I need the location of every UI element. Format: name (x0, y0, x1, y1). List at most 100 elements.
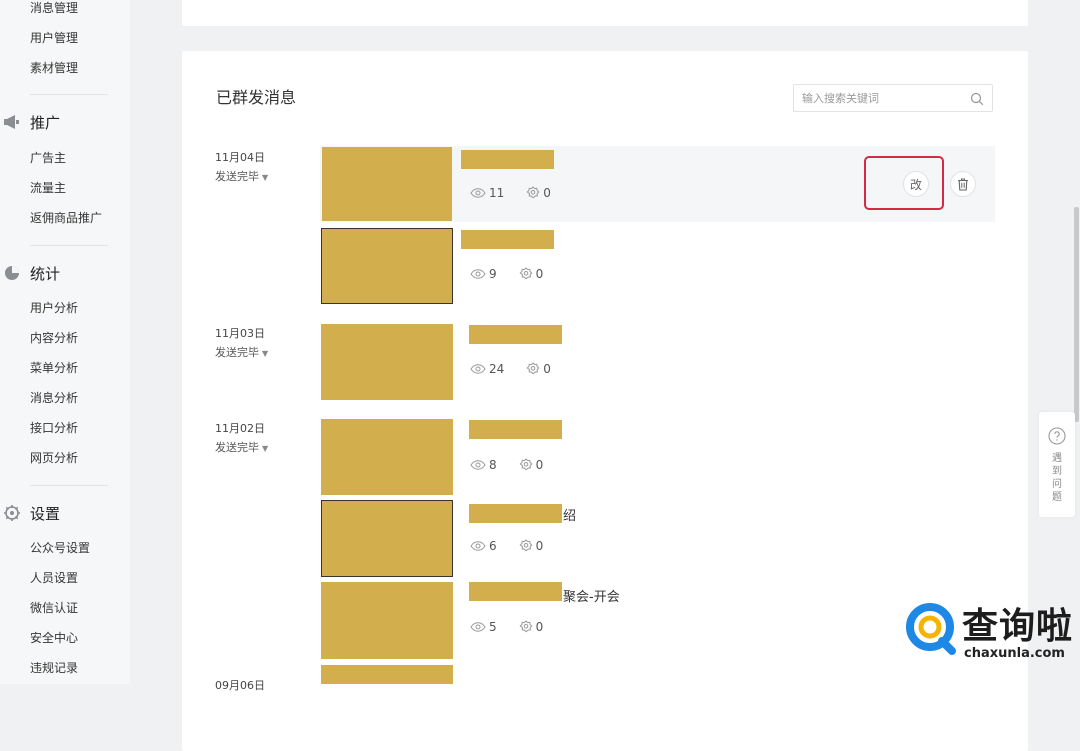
sidebar-divider (30, 245, 108, 246)
message-title-redacted[interactable] (469, 325, 562, 344)
sidebar-item-staff-settings[interactable]: 人员设置 (30, 571, 78, 585)
message-stats: 9 0 (470, 267, 543, 281)
status-dropdown[interactable]: 发送完毕 ▼ (215, 439, 268, 455)
help-label: 遇到问题 (1052, 453, 1062, 503)
status-label: 发送完毕 (215, 441, 259, 454)
group-date: 11月03日 (215, 327, 265, 340)
like-count: 0 (543, 186, 551, 200)
message-stats: 8 0 (470, 458, 543, 472)
scrollbar-thumb[interactable] (1074, 207, 1079, 422)
message-thumbnail[interactable] (321, 228, 453, 304)
sidebar-item-wechat-verification[interactable]: 微信认证 (30, 601, 78, 615)
group-date: 11月04日 (215, 151, 265, 164)
like-icon (519, 458, 533, 471)
sidebar-item-api-analysis[interactable]: 接口分析 (30, 421, 78, 435)
delete-button[interactable] (950, 171, 976, 197)
pie-chart-icon (2, 263, 22, 283)
view-count: 8 (489, 458, 497, 472)
sidebar-item-content-analysis[interactable]: 内容分析 (30, 331, 78, 345)
megaphone-icon (2, 112, 22, 132)
sidebar-item-webpage-analysis[interactable]: 网页分析 (30, 451, 78, 465)
message-title-visible[interactable]: 聚会-开会 (563, 586, 620, 605)
sidebar-group-title: 设置 (30, 504, 61, 523)
search-box (793, 84, 993, 112)
sidebar-group-promotion: 推广 (0, 112, 60, 132)
view-count: 11 (489, 186, 505, 200)
sidebar-divider (30, 94, 108, 95)
message-thumbnail[interactable] (321, 582, 453, 659)
message-stats: 5 0 (470, 620, 543, 634)
message-title-visible[interactable]: 绍 (563, 505, 576, 524)
caret-down-icon: ▼ (262, 173, 269, 182)
annotation-highlight-box (864, 156, 944, 210)
status-label: 发送完毕 (215, 346, 259, 359)
view-count: 24 (489, 362, 505, 376)
like-count: 0 (535, 539, 544, 553)
message-thumbnail[interactable] (321, 665, 453, 684)
sidebar-item-security-center[interactable]: 安全中心 (30, 631, 78, 645)
sidebar-item-user-analysis[interactable]: 用户分析 (30, 301, 78, 315)
search-logo-icon (906, 603, 956, 655)
previous-panel (182, 0, 1028, 26)
group-date: 11月02日 (215, 422, 265, 435)
sidebar-item-account-settings[interactable]: 公众号设置 (30, 541, 90, 555)
help-panel[interactable]: 遇到问题 (1039, 412, 1075, 517)
view-count: 5 (489, 620, 497, 634)
message-title-redacted[interactable] (469, 582, 562, 601)
like-icon (526, 362, 540, 375)
status-dropdown[interactable]: 发送完毕 ▼ (215, 168, 268, 184)
watermark-text-en: chaxunla.com (964, 646, 1065, 661)
sidebar-divider (30, 485, 108, 486)
caret-down-icon: ▼ (262, 349, 269, 358)
like-count: 0 (535, 267, 544, 281)
sidebar-group-title: 推广 (30, 113, 61, 132)
sidebar: 消息管理 用户管理 素材管理 推广 广告主 流量主 返佣商品推广 统计 用户分析… (0, 0, 130, 684)
page-title: 已群发消息 (216, 88, 297, 107)
eye-icon (470, 269, 486, 279)
search-icon[interactable] (970, 91, 984, 110)
like-count: 0 (535, 458, 544, 472)
like-icon (526, 186, 540, 199)
sidebar-group-statistics: 统计 (0, 263, 60, 283)
sidebar-item-violation-records[interactable]: 违规记录 (30, 661, 78, 675)
like-count: 0 (535, 620, 544, 634)
sidebar-item-material-management[interactable]: 素材管理 (30, 61, 78, 75)
sidebar-item-advertiser[interactable]: 广告主 (30, 151, 66, 165)
sidebar-group-title: 统计 (30, 264, 61, 283)
message-thumbnail[interactable] (321, 324, 453, 400)
sidebar-item-message-analysis[interactable]: 消息分析 (30, 391, 78, 405)
eye-icon (470, 364, 486, 374)
eye-icon (470, 622, 486, 632)
status-dropdown[interactable]: 发送完毕 ▼ (215, 344, 268, 360)
sidebar-item-publisher[interactable]: 流量主 (30, 181, 66, 195)
sidebar-item-message-management[interactable]: 消息管理 (30, 1, 78, 15)
sidebar-item-user-management[interactable]: 用户管理 (30, 31, 78, 45)
question-icon (1048, 427, 1066, 445)
status-label: 发送完毕 (215, 170, 259, 183)
watermark-text-cn: 查询啦 (962, 606, 1074, 647)
like-count: 0 (543, 362, 551, 376)
message-stats: 11 0 (470, 186, 551, 200)
eye-icon (470, 460, 486, 470)
message-thumbnail[interactable] (321, 419, 453, 495)
message-title-redacted[interactable] (461, 230, 554, 249)
message-thumbnail[interactable] (322, 147, 452, 221)
like-icon (519, 267, 533, 280)
search-input[interactable] (802, 90, 962, 106)
sidebar-item-menu-analysis[interactable]: 菜单分析 (30, 361, 78, 375)
watermark-logo: 查询啦 chaxunla.com (904, 597, 1074, 667)
caret-down-icon: ▼ (262, 444, 269, 453)
like-icon (519, 539, 533, 552)
trash-icon (958, 177, 968, 191)
message-title-redacted[interactable] (461, 150, 554, 169)
message-stats: 24 0 (470, 362, 551, 376)
message-thumbnail[interactable] (321, 500, 453, 577)
message-stats: 6 0 (470, 539, 543, 553)
sidebar-item-commission-promotion[interactable]: 返佣商品推广 (30, 211, 102, 225)
view-count: 6 (489, 539, 497, 553)
group-date: 09月06日 (215, 679, 265, 692)
view-count: 9 (489, 267, 497, 281)
eye-icon (470, 541, 486, 551)
message-title-redacted[interactable] (469, 420, 562, 439)
message-title-redacted[interactable] (469, 504, 562, 523)
